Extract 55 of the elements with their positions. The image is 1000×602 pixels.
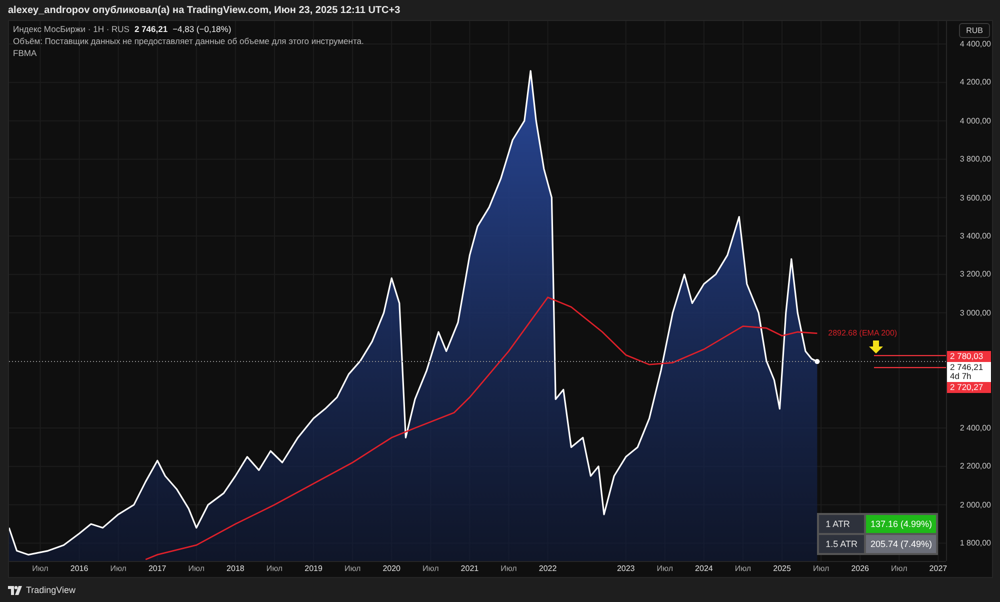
atr-value: 205.74 (7.49%) [865, 534, 937, 554]
time-axis-label: 2023 [616, 564, 635, 573]
time-axis-label: 2025 [773, 564, 791, 573]
volume-note: Объём: Поставщик данных не предоставляет данные об объеме для этого инструмента. [13, 36, 364, 46]
time-axis-label: 2022 [538, 564, 557, 573]
ema-label: 2892.68 (EMA 200) [828, 328, 898, 338]
price-axis-label: 3 400,00 [960, 232, 991, 240]
time-axis-label: Июл [344, 564, 361, 573]
price-axis-label: 4 400,00 [960, 40, 991, 49]
time-axis-label: Июл [422, 564, 439, 573]
atr-value: 137.16 (4.99%) [865, 514, 937, 534]
time-axis-label: Июл [734, 564, 752, 573]
time-axis-label: 2017 [148, 564, 166, 573]
brand-name: TradingView [26, 585, 76, 595]
time-axis-label: 2020 [382, 564, 400, 573]
price-axis-label: 3 600,00 [960, 193, 991, 202]
indicator-label: FBMA [13, 48, 38, 58]
price-axis-label: 4 200,00 [960, 78, 991, 87]
time-axis-label: Июл [32, 564, 48, 573]
time-axis-label: 2018 [226, 564, 244, 573]
level-price-tag: 2 720,27 [947, 382, 991, 393]
symbol-label: Индекс МосБиржи · 1H · RUS [13, 24, 130, 34]
price-axis-label: 2 000,00 [960, 500, 991, 510]
level-line [874, 354, 946, 356]
logo-icon [8, 586, 22, 594]
time-axis-label: 2024 [695, 564, 713, 573]
price-axis-label: 1 800,00 [960, 538, 991, 548]
time-axis-label: Июл [188, 564, 205, 573]
time-axis-label: Июл [891, 564, 908, 573]
price-axis-label: 3 000,00 [960, 308, 991, 318]
level-price-tag: 2 780,03 [947, 350, 991, 362]
time-axis-label: 2027 [929, 564, 948, 573]
atr-label: 1 ATR [818, 514, 866, 534]
price-axis-label: 4 000,00 [960, 116, 991, 126]
price-value: 2 746,21 [134, 24, 168, 34]
price-axis-label: 2 400,00 [960, 423, 991, 432]
time-axis-label: Июл [266, 564, 283, 573]
currency-button[interactable]: RUB [959, 23, 990, 38]
last-price-tag: 2 746,21 4d 7h [947, 362, 991, 382]
time-axis-label: Июл [812, 564, 830, 573]
atr-label: 1.5 ATR [818, 534, 866, 554]
time-axis-label: Июл [656, 564, 674, 573]
time-axis-label: Июл [110, 564, 126, 573]
publisher-caption: alexey_andropov опубликовал(а) на TradingView.com, Июн 23, 2025 12:11 UTC+3 [8, 4, 400, 16]
level-line [874, 366, 946, 368]
time-axis-label: 2021 [460, 564, 479, 573]
arrow-down-icon [869, 340, 883, 354]
price-axis-label: 3 800,00 [960, 154, 991, 164]
price-axis-label: 3 200,00 [960, 270, 991, 279]
time-axis-label: 2019 [304, 564, 322, 573]
time-axis-label: Июл [500, 564, 517, 573]
time-axis-label: 2026 [851, 564, 869, 573]
time-axis-label: 2016 [70, 564, 88, 573]
price-axis-label: 2 200,00 [960, 462, 991, 471]
change-value: −4,83 (−0,18%) [172, 24, 232, 34]
